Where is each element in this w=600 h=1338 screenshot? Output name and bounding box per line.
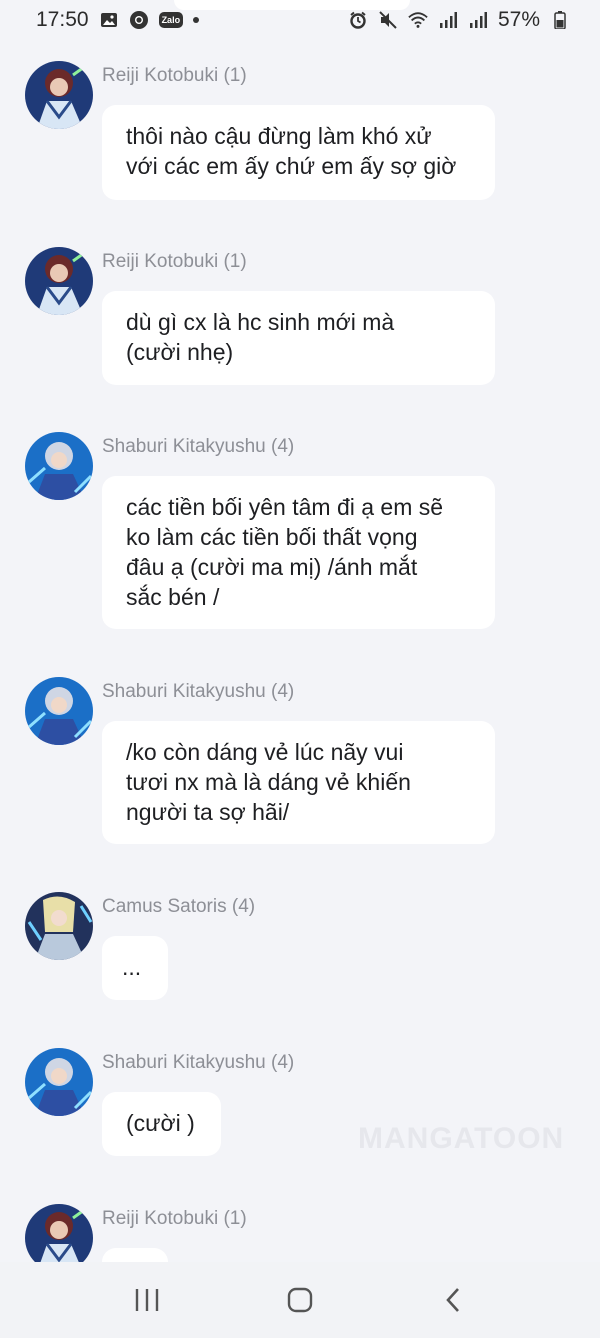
- sender-name: Reiji Kotobuki (1): [102, 251, 247, 272]
- avatar[interactable]: [25, 677, 93, 745]
- recent-apps-icon[interactable]: [122, 1275, 172, 1325]
- message-line: dù gì cx là hc sinh mới mà: [126, 309, 395, 335]
- message-line: ...: [122, 954, 142, 980]
- message-line: các tiền bối yên tâm đi ạ em sẽ: [126, 494, 444, 520]
- sender-name: Reiji Kotobuki (1): [102, 1208, 247, 1229]
- home-icon[interactable]: [275, 1275, 325, 1325]
- avatar[interactable]: [25, 892, 93, 960]
- navigation-bar: [0, 1262, 600, 1338]
- message-bubble[interactable]: ...: [102, 936, 168, 1000]
- message-bubble[interactable]: [102, 1248, 168, 1262]
- message-bubble[interactable]: thôi nào cậu đừng làm khó xử với các em …: [102, 105, 495, 200]
- message-line: ko làm các tiền bối thất vọng: [126, 524, 418, 550]
- avatar[interactable]: [25, 1204, 93, 1262]
- message-line: sắc bén /: [126, 584, 220, 610]
- message-line: (cười nhẹ): [126, 339, 234, 365]
- sender-name: Camus Satoris (4): [102, 896, 256, 917]
- avatar[interactable]: [25, 61, 93, 129]
- sender-name: Shaburi Kitakyushu (4): [102, 681, 295, 702]
- message-line: người ta sợ hãi/: [126, 799, 290, 825]
- message-line: đâu ạ (cười ma mị) /ánh mắt: [126, 554, 418, 580]
- avatar[interactable]: [25, 1048, 93, 1116]
- back-icon[interactable]: [428, 1275, 478, 1325]
- watermark: MANGATOON: [358, 1122, 565, 1155]
- message-line: thôi nào cậu đừng làm khó xử: [126, 123, 432, 149]
- message-line: (cười ): [126, 1110, 195, 1136]
- message-bubble[interactable]: /ko còn dáng vẻ lúc nãy vui tươi nx mà l…: [102, 721, 495, 844]
- sender-name: Reiji Kotobuki (1): [102, 65, 247, 86]
- chat-feed[interactable]: Reiji Kotobuki (1) thôi nào cậu đừng làm…: [0, 0, 600, 1262]
- message-line: tươi nx mà là dáng vẻ khiến: [126, 769, 411, 795]
- avatar[interactable]: [25, 247, 93, 315]
- sender-name: Shaburi Kitakyushu (4): [102, 436, 295, 457]
- message-line: /ko còn dáng vẻ lúc nãy vui: [126, 739, 404, 765]
- avatar[interactable]: [25, 432, 93, 500]
- message-bubble[interactable]: (cười ): [102, 1092, 221, 1156]
- message-line: với các em ấy chứ em ấy sợ giờ: [126, 153, 457, 179]
- message-bubble[interactable]: các tiền bối yên tâm đi ạ em sẽ ko làm c…: [102, 476, 495, 629]
- message-bubble[interactable]: dù gì cx là hc sinh mới mà (cười nhẹ): [102, 291, 495, 385]
- sender-name: Shaburi Kitakyushu (4): [102, 1052, 295, 1073]
